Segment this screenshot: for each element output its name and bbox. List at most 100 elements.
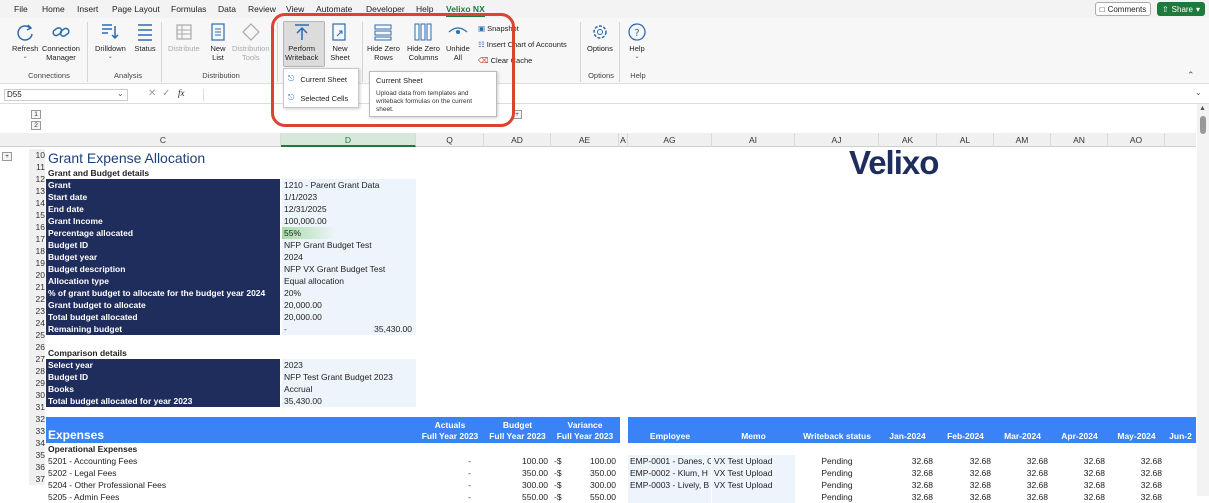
column-header-q[interactable]: Q	[416, 133, 484, 147]
column-header-ad[interactable]: AD	[484, 133, 551, 147]
detail-label[interactable]: Grant budget to allocate	[46, 299, 280, 311]
menu-formulas[interactable]: Formulas	[171, 4, 206, 14]
expense-month-value[interactable]: 32.68	[994, 479, 1048, 491]
fx-icon[interactable]: fx	[178, 88, 185, 98]
expenses-header[interactable]: Expenses	[48, 428, 104, 442]
outline-column-level-2[interactable]: 2	[31, 121, 41, 130]
row-header[interactable]: 28	[29, 365, 45, 377]
expense-month-value[interactable]: 32.68	[879, 479, 933, 491]
comparison-label[interactable]: Select year	[46, 359, 280, 371]
comparison-value[interactable]: Accrual	[282, 383, 416, 395]
column-header-al[interactable]: AL	[937, 133, 994, 147]
expense-memo[interactable]: VX Test Upload	[712, 467, 795, 479]
expense-month-value[interactable]: 32.68	[937, 491, 991, 503]
row-header[interactable]: 15	[29, 209, 45, 221]
detail-label[interactable]: Grant Income	[46, 215, 280, 227]
expense-month-value[interactable]: 32.68	[879, 455, 933, 467]
month-header[interactable]: Jun-2	[1165, 430, 1196, 442]
expense-actuals[interactable]: -	[416, 479, 471, 491]
expense-variance-currency[interactable]: -$	[554, 455, 568, 467]
detail-label[interactable]: Allocation type	[46, 275, 280, 287]
comparison-label[interactable]: Total budget allocated for year 2023	[46, 395, 280, 407]
detail-value[interactable]: 55%	[282, 227, 416, 239]
expense-variance[interactable]: 550.00	[568, 491, 616, 503]
expense-employee[interactable]: EMP-0003 - Lively, B	[628, 479, 711, 491]
expense-budget[interactable]: 550.00	[484, 491, 548, 503]
expense-actuals[interactable]: -	[416, 455, 471, 467]
row-header[interactable]: 24	[29, 317, 45, 329]
section-comparison-details[interactable]: Comparison details	[48, 347, 127, 359]
column-header-ag[interactable]: AG	[628, 133, 712, 147]
column-header-af[interactable]: A	[619, 133, 628, 147]
menu-review[interactable]: Review	[248, 4, 276, 14]
menu-home[interactable]: Home	[42, 4, 65, 14]
expense-variance-currency[interactable]: -$	[554, 467, 568, 479]
operational-expenses-label[interactable]: Operational Expenses	[48, 443, 137, 455]
detail-value[interactable]: 20,000.00	[282, 299, 416, 311]
expense-account[interactable]: 5201 - Accounting Fees	[48, 455, 278, 467]
vertical-scrollbar[interactable]: ▲	[1197, 104, 1209, 496]
row-header[interactable]: 29	[29, 377, 45, 389]
expense-month-value[interactable]: 32.68	[937, 455, 991, 467]
row-header[interactable]: 16	[29, 221, 45, 233]
detail-label[interactable]: Percentage allocated	[46, 227, 280, 239]
expense-month-value[interactable]: 32.68	[1108, 491, 1162, 503]
month-header[interactable]: Apr-2024	[1051, 430, 1108, 442]
expense-actuals[interactable]: -	[416, 491, 471, 503]
detail-label[interactable]: Budget description	[46, 263, 280, 275]
expense-month-value[interactable]: 32.68	[879, 467, 933, 479]
detail-value[interactable]: NFP VX Grant Budget Test	[282, 263, 416, 275]
expense-account[interactable]: 5205 - Admin Fees	[48, 491, 278, 503]
detail-label[interactable]: Remaining budget	[46, 323, 280, 335]
detail-value[interactable]: 2024	[282, 251, 416, 263]
expense-month-value[interactable]: 32.68	[994, 491, 1048, 503]
chevron-down-icon[interactable]: ⌄	[117, 89, 124, 98]
share-button[interactable]: ⇧ Share ▾	[1157, 2, 1205, 16]
expense-variance[interactable]: 350.00	[568, 467, 616, 479]
actuals-header-2[interactable]: Full Year 2023	[416, 430, 484, 442]
expense-memo[interactable]: VX Test Upload	[712, 455, 795, 467]
menu-page-layout[interactable]: Page Layout	[112, 4, 160, 14]
section-grant-budget-details[interactable]: Grant and Budget details	[48, 167, 149, 179]
expense-month-value[interactable]: 32.68	[937, 479, 991, 491]
scroll-up-icon[interactable]: ▲	[1199, 105, 1206, 112]
row-header[interactable]: 18	[29, 245, 45, 257]
month-header[interactable]: May-2024	[1108, 430, 1165, 442]
expense-writeback-status[interactable]: Pending	[795, 467, 879, 479]
budget-header-2[interactable]: Full Year 2023	[484, 430, 551, 442]
row-header[interactable]: 27	[29, 353, 45, 365]
column-header-c[interactable]: C	[46, 133, 281, 147]
expense-writeback-status[interactable]: Pending	[795, 455, 879, 467]
scrollbar-thumb[interactable]	[1200, 116, 1206, 134]
expense-budget[interactable]: 300.00	[484, 479, 548, 491]
detail-label[interactable]: Start date	[46, 191, 280, 203]
connection-manager-button[interactable]: Connection Manager	[42, 22, 80, 62]
expense-account[interactable]: 5202 - Legal Fees	[48, 467, 278, 479]
expense-month-value[interactable]: 32.68	[1051, 479, 1105, 491]
month-header[interactable]: Jan-2024	[879, 430, 936, 442]
expense-variance-currency[interactable]: -$	[554, 491, 568, 503]
row-header[interactable]: 11	[29, 161, 45, 173]
menu-data[interactable]: Data	[218, 4, 236, 14]
month-header[interactable]: Feb-2024	[937, 430, 994, 442]
month-header[interactable]: Mar-2024	[994, 430, 1051, 442]
expense-employee[interactable]: EMP-0002 - Klum, H	[628, 467, 711, 479]
row-header[interactable]: 30	[29, 389, 45, 401]
row-header[interactable]: 14	[29, 197, 45, 209]
detail-label[interactable]: End date	[46, 203, 280, 215]
row-header[interactable]: 33	[29, 425, 45, 437]
expense-month-value[interactable]: 32.68	[1051, 455, 1105, 467]
expense-writeback-status[interactable]: Pending	[795, 491, 879, 503]
expense-month-value[interactable]: 32.68	[937, 467, 991, 479]
detail-label[interactable]: Grant	[46, 179, 280, 191]
detail-value[interactable]: 20%	[282, 287, 416, 299]
collapse-ribbon-icon[interactable]: ⌃	[1187, 70, 1195, 81]
outline-column-level-1[interactable]: 1	[31, 110, 41, 119]
expense-account[interactable]: 5204 - Other Professional Fees	[48, 479, 278, 491]
expense-budget[interactable]: 100.00	[484, 455, 548, 467]
expense-variance[interactable]: 300.00	[568, 479, 616, 491]
row-header[interactable]: 10	[29, 149, 45, 161]
comparison-value[interactable]: 2023	[282, 359, 416, 371]
row-header[interactable]: 17	[29, 233, 45, 245]
expense-month-value[interactable]: 32.68	[1051, 491, 1105, 503]
